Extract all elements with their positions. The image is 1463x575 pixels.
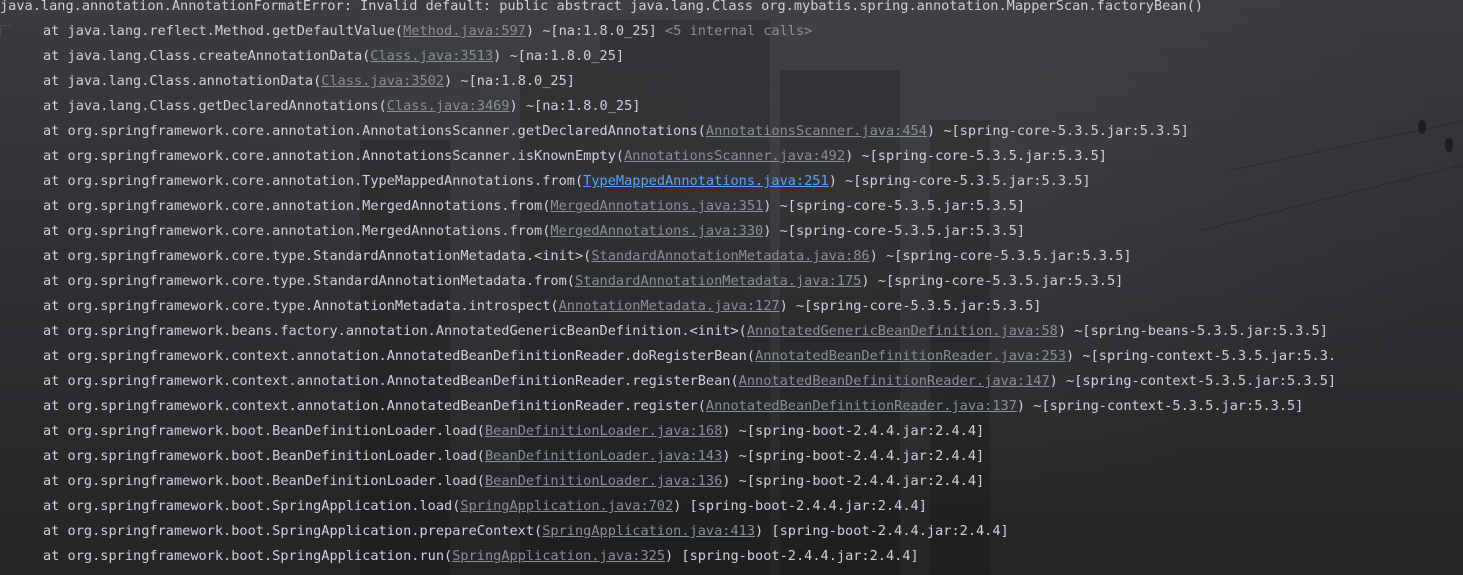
frame-method: at java.lang.Class.createAnnotationData( — [43, 48, 371, 64]
frame-library: ) ~[na:1.8.0_25] — [509, 98, 641, 114]
source-file-link[interactable]: Class.java:3513 — [370, 48, 493, 64]
frame-library: ) [spring-boot-2.4.4.jar:2.4.4] — [755, 523, 1009, 539]
frame-method: at org.springframework.core.annotation.A… — [43, 148, 625, 164]
source-file-link[interactable]: SpringApplication.java:413 — [542, 523, 755, 539]
source-file-link[interactable]: StandardAnnotationMetadata.java:175 — [575, 273, 861, 289]
source-file-link[interactable]: StandardAnnotationMetadata.java:86 — [591, 248, 869, 264]
frame-library: ) ~[spring-core-5.3.5.jar:5.3.5] — [869, 248, 1132, 264]
stack-frame-line: at org.springframework.beans.factory.ann… — [43, 319, 1328, 344]
frame-method: at org.springframework.context.annotatio… — [43, 373, 739, 389]
stack-frame-line: at org.springframework.boot.SpringApplic… — [43, 519, 1009, 544]
frame-library: ) [spring-boot-2.4.4.jar:2.4.4] — [665, 548, 919, 564]
source-file-link[interactable]: Class.java:3469 — [387, 98, 510, 114]
stack-frame-line: at org.springframework.core.annotation.M… — [43, 194, 1025, 219]
frame-method: at org.springframework.boot.SpringApplic… — [43, 523, 543, 539]
frame-method: at org.springframework.core.type.Standar… — [43, 248, 592, 264]
stack-frame-line: at org.springframework.boot.BeanDefiniti… — [43, 469, 984, 494]
source-file-link[interactable]: AnnotatedBeanDefinitionReader.java:253 — [755, 348, 1066, 364]
stack-frame-line: at java.lang.Class.getDeclaredAnnotation… — [43, 94, 640, 119]
error-header: java.lang.annotation.AnnotationFormatErr… — [0, 0, 1204, 14]
source-file-link[interactable]: MergedAnnotations.java:351 — [550, 198, 763, 214]
frame-library: ) ~[spring-context-5.3.5.jar:5.3.5] — [1049, 373, 1337, 389]
frame-library: ) ~[spring-boot-2.4.4.jar:2.4.4] — [722, 448, 985, 464]
frame-method: at java.lang.Class.annotationData( — [43, 73, 322, 89]
frame-method: at org.springframework.core.annotation.T… — [43, 173, 584, 189]
frame-method: at org.springframework.beans.factory.ann… — [43, 323, 747, 339]
frame-method: at org.springframework.core.annotation.M… — [43, 198, 551, 214]
frame-library: ) [spring-boot-2.4.4.jar:2.4.4] — [673, 498, 927, 514]
source-file-link[interactable]: AnnotationsScanner.java:454 — [706, 123, 927, 139]
frame-library: ) ~[na:1.8.0_25] — [444, 73, 575, 89]
frame-method: at org.springframework.core.annotation.A… — [43, 123, 706, 139]
fold-marker-icon[interactable] — [0, 25, 11, 36]
background-wire — [1199, 164, 1463, 231]
frame-method: at java.lang.reflect.Method.getDefaultVa… — [43, 23, 404, 39]
frame-method: at org.springframework.core.type.Standar… — [43, 273, 575, 289]
source-file-link[interactable]: TypeMappedAnnotations.java:251 — [583, 173, 829, 189]
frame-method: at org.springframework.boot.SpringApplic… — [43, 548, 453, 564]
frame-library: ) ~[na:1.8.0_25] — [493, 48, 625, 64]
stack-frame-line: at org.springframework.core.annotation.M… — [43, 219, 1025, 244]
frame-method: at org.springframework.core.annotation.M… — [43, 223, 551, 239]
source-file-link[interactable]: Method.java:597 — [403, 23, 526, 39]
stack-frame-line: at org.springframework.core.type.Standar… — [43, 244, 1132, 269]
frame-library: ) ~[spring-core-5.3.5.jar:5.3.5] — [763, 223, 1026, 239]
stack-frame-line: at org.springframework.boot.SpringApplic… — [43, 494, 927, 519]
source-file-link[interactable]: BeanDefinitionLoader.java:168 — [485, 423, 722, 439]
source-file-link[interactable]: AnnotatedGenericBeanDefinition.java:58 — [747, 323, 1058, 339]
frame-method: at org.springframework.context.annotatio… — [43, 348, 756, 364]
frame-method: at org.springframework.boot.BeanDefiniti… — [43, 448, 485, 464]
frame-method: at org.springframework.boot.BeanDefiniti… — [43, 473, 485, 489]
stack-frame-line: at java.lang.Class.annotationData(Class.… — [43, 69, 575, 94]
source-file-link[interactable]: Class.java:3502 — [321, 73, 444, 89]
stack-frame-line: at org.springframework.context.annotatio… — [43, 344, 1336, 369]
console-output[interactable]: java.lang.annotation.AnnotationFormatErr… — [0, 0, 1463, 575]
source-file-link[interactable]: BeanDefinitionLoader.java:136 — [485, 473, 722, 489]
frame-library: ) ~[spring-core-5.3.5.jar:5.3.5] — [828, 173, 1091, 189]
frame-library: ) ~[spring-boot-2.4.4.jar:2.4.4] — [722, 473, 985, 489]
source-file-link[interactable]: BeanDefinitionLoader.java:143 — [485, 448, 722, 464]
stack-frame-line: at org.springframework.core.type.Annotat… — [43, 294, 1042, 319]
stack-frame-line: at org.springframework.boot.BeanDefiniti… — [43, 419, 984, 444]
frame-library: ) ~[spring-core-5.3.5.jar:5.3.5] — [845, 148, 1107, 164]
source-file-link[interactable]: AnnotatedBeanDefinitionReader.java:147 — [739, 373, 1050, 389]
frame-library: ) ~[spring-core-5.3.5.jar:5.3.5] — [779, 298, 1042, 314]
source-file-link[interactable]: MergedAnnotations.java:330 — [550, 223, 763, 239]
stack-frame-line: at org.springframework.boot.SpringApplic… — [43, 544, 919, 569]
frame-library: ) ~[spring-core-5.3.5.jar:5.3.5] — [861, 273, 1124, 289]
frame-method: at org.springframework.boot.BeanDefiniti… — [43, 423, 485, 439]
stack-frame-line: at java.lang.reflect.Method.getDefaultVa… — [43, 19, 812, 44]
source-file-link[interactable]: AnnotationMetadata.java:127 — [559, 298, 780, 314]
frame-library: ) ~[spring-context-5.3.5.jar:5.3.5] — [1016, 398, 1304, 414]
stack-frame-line: at org.springframework.boot.BeanDefiniti… — [43, 444, 984, 469]
frame-method: at org.springframework.context.annotatio… — [43, 398, 706, 414]
stack-frame-line: at org.springframework.core.annotation.A… — [43, 144, 1107, 169]
stack-frame-line: at java.lang.Class.createAnnotationData(… — [43, 44, 624, 69]
stack-frame-line: at org.springframework.core.annotation.T… — [43, 169, 1091, 194]
frame-library: ) ~[spring-core-5.3.5.jar:5.3.5] — [926, 123, 1189, 139]
stack-frame-line: at org.springframework.context.annotatio… — [43, 369, 1336, 394]
source-file-link[interactable]: SpringApplication.java:325 — [452, 548, 665, 564]
background-wire — [1229, 120, 1463, 171]
frame-library: ) ~[spring-core-5.3.5.jar:5.3.5] — [763, 198, 1026, 214]
stack-frame-line: at org.springframework.context.annotatio… — [43, 394, 1303, 419]
stack-frame-line: at org.springframework.core.type.Standar… — [43, 269, 1123, 294]
frame-library: ) ~[spring-context-5.3.5.jar:5.3. — [1066, 348, 1337, 364]
frame-method: at org.springframework.boot.SpringApplic… — [43, 498, 461, 514]
frame-method: at org.springframework.core.type.Annotat… — [43, 298, 559, 314]
bird-silhouette-icon — [1418, 120, 1426, 134]
source-file-link[interactable]: AnnotatedBeanDefinitionReader.java:137 — [706, 398, 1017, 414]
stack-frame-line: at org.springframework.core.annotation.A… — [43, 119, 1189, 144]
bird-silhouette-icon — [1445, 138, 1453, 152]
source-file-link[interactable]: SpringApplication.java:702 — [460, 498, 673, 514]
frame-library: ) ~[spring-beans-5.3.5.jar:5.3.5] — [1057, 323, 1328, 339]
frame-method: at java.lang.Class.getDeclaredAnnotation… — [43, 98, 387, 114]
internal-calls-toggle[interactable]: <5 internal calls> — [665, 23, 812, 39]
source-file-link[interactable]: AnnotationsScanner.java:492 — [624, 148, 845, 164]
frame-library: ) ~[spring-boot-2.4.4.jar:2.4.4] — [722, 423, 985, 439]
frame-library: ) ~[na:1.8.0_25] — [525, 23, 666, 39]
